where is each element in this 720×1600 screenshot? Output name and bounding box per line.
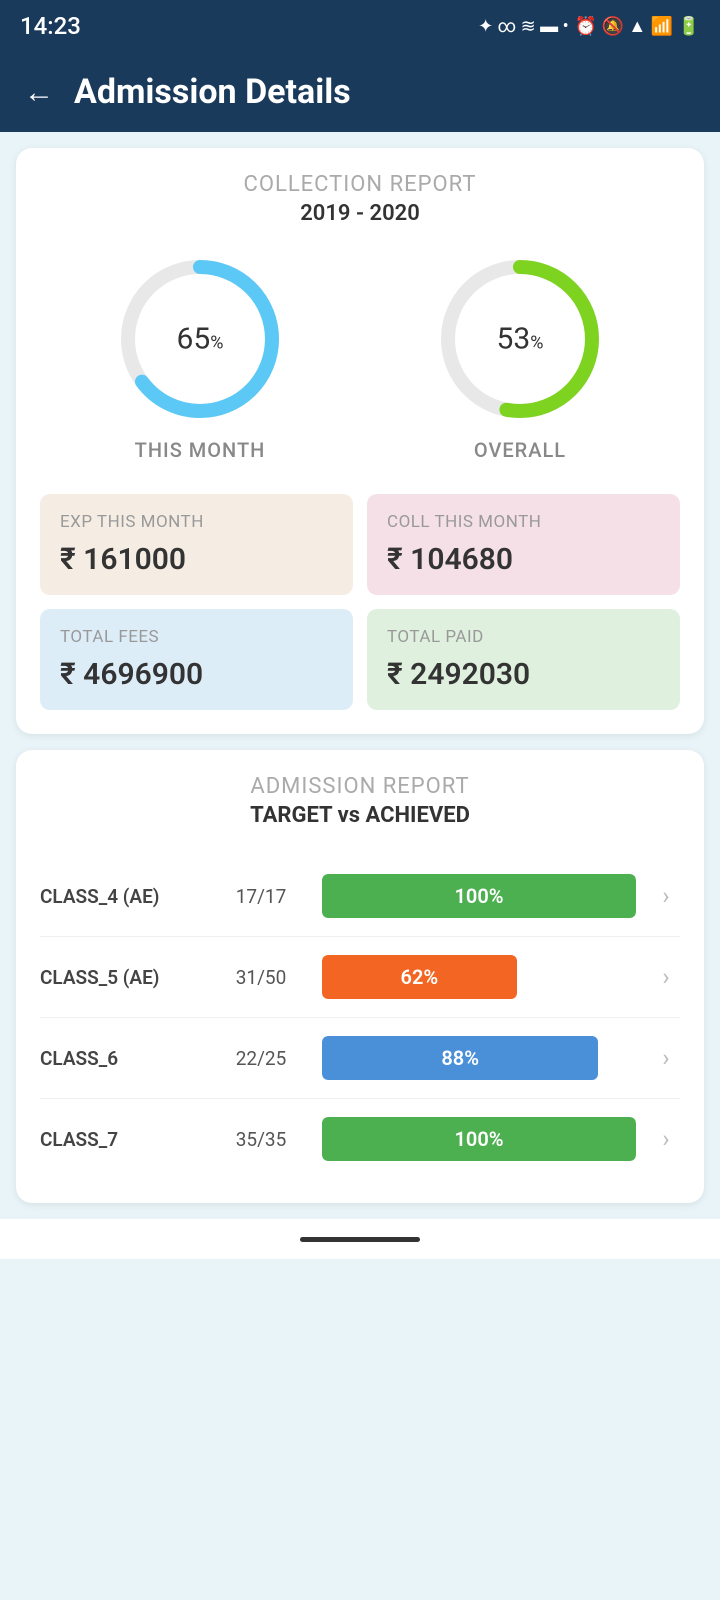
class5-bar-container: 62% [322, 955, 636, 999]
class4-count: 17/17 [216, 885, 306, 908]
stat-exp-value: ₹ 161000 [60, 542, 333, 577]
class4-bar-container: 100% [322, 874, 636, 918]
stat-total-fees: TOTAL FEES ₹ 4696900 [40, 609, 353, 710]
stat-coll-label: COLL THIS MONTH [387, 512, 660, 532]
collection-report-card: COLLECTION REPORT 2019 - 2020 65% THIS M… [16, 148, 704, 734]
overall-percent: 53% [497, 322, 544, 357]
main-content: COLLECTION REPORT 2019 - 2020 65% THIS M… [0, 148, 720, 1203]
collection-report-year: 2019 - 2020 [40, 201, 680, 226]
this-month-percent: 65% [177, 322, 224, 357]
overall-donut: 53% [435, 254, 605, 424]
class5-chevron-icon: › [652, 963, 680, 991]
class7-chevron-icon: › [652, 1125, 680, 1153]
this-month-chart: 65% THIS MONTH [115, 254, 285, 462]
class7-name: CLASS_7 [40, 1128, 200, 1151]
class7-bar-container: 100% [322, 1117, 636, 1161]
overall-chart: 53% OVERALL [435, 254, 605, 462]
class5-name: CLASS_5 (AE) [40, 966, 200, 989]
stat-fees-value: ₹ 4696900 [60, 657, 333, 692]
status-icons: ✦ ∞ ≋ ▬ • ⏰ 🔕 ▲ 📶 🔋 [478, 16, 700, 37]
class6-chevron-icon: › [652, 1044, 680, 1072]
class7-count: 35/35 [216, 1128, 306, 1151]
class6-count: 22/25 [216, 1047, 306, 1070]
signal-icon: ✦ ∞ ≋ ▬ • [478, 16, 569, 37]
admission-row-class4[interactable]: CLASS_4 (AE) 17/17 100% › [40, 856, 680, 937]
class5-count: 31/50 [216, 966, 306, 989]
stat-paid-label: TOTAL PAID [387, 627, 660, 647]
stat-total-paid: TOTAL PAID ₹ 2492030 [367, 609, 680, 710]
class4-chevron-icon: › [652, 882, 680, 910]
collection-report-title: COLLECTION REPORT [40, 172, 680, 197]
page-title: Admission Details [74, 72, 351, 112]
class7-bar: 100% [322, 1117, 636, 1161]
home-indicator [300, 1237, 420, 1242]
class6-bar-container: 88% [322, 1036, 636, 1080]
admission-report-title: ADMISSION REPORT [40, 774, 680, 799]
class4-name: CLASS_4 (AE) [40, 885, 200, 908]
stat-coll-this-month: COLL THIS MONTH ₹ 104680 [367, 494, 680, 595]
status-time: 14:23 [20, 12, 81, 40]
stat-exp-label: EXP THIS MONTH [60, 512, 333, 532]
charts-row: 65% THIS MONTH 53% OVERALL [40, 254, 680, 462]
battery-icon: ⏰ 🔕 ▲ 📶 🔋 [575, 16, 700, 37]
admission-row-class6[interactable]: CLASS_6 22/25 88% › [40, 1018, 680, 1099]
admission-report-subtitle: TARGET vs ACHIEVED [40, 803, 680, 828]
class6-bar: 88% [322, 1036, 598, 1080]
bottom-bar [0, 1219, 720, 1259]
stat-paid-value: ₹ 2492030 [387, 657, 660, 692]
this-month-label: THIS MONTH [135, 438, 266, 462]
app-header: ← Admission Details [0, 52, 720, 132]
class6-name: CLASS_6 [40, 1047, 200, 1070]
stat-coll-value: ₹ 104680 [387, 542, 660, 577]
admission-row-class5[interactable]: CLASS_5 (AE) 31/50 62% › [40, 937, 680, 1018]
back-button[interactable]: ← [24, 75, 54, 110]
stat-fees-label: TOTAL FEES [60, 627, 333, 647]
this-month-donut: 65% [115, 254, 285, 424]
status-bar: 14:23 ✦ ∞ ≋ ▬ • ⏰ 🔕 ▲ 📶 🔋 [0, 0, 720, 52]
class5-bar: 62% [322, 955, 517, 999]
admission-row-class7[interactable]: CLASS_7 35/35 100% › [40, 1099, 680, 1179]
overall-label: OVERALL [474, 438, 566, 462]
class4-bar: 100% [322, 874, 636, 918]
stats-grid: EXP THIS MONTH ₹ 161000 COLL THIS MONTH … [40, 494, 680, 710]
admission-report-card: ADMISSION REPORT TARGET vs ACHIEVED CLAS… [16, 750, 704, 1203]
stat-exp-this-month: EXP THIS MONTH ₹ 161000 [40, 494, 353, 595]
